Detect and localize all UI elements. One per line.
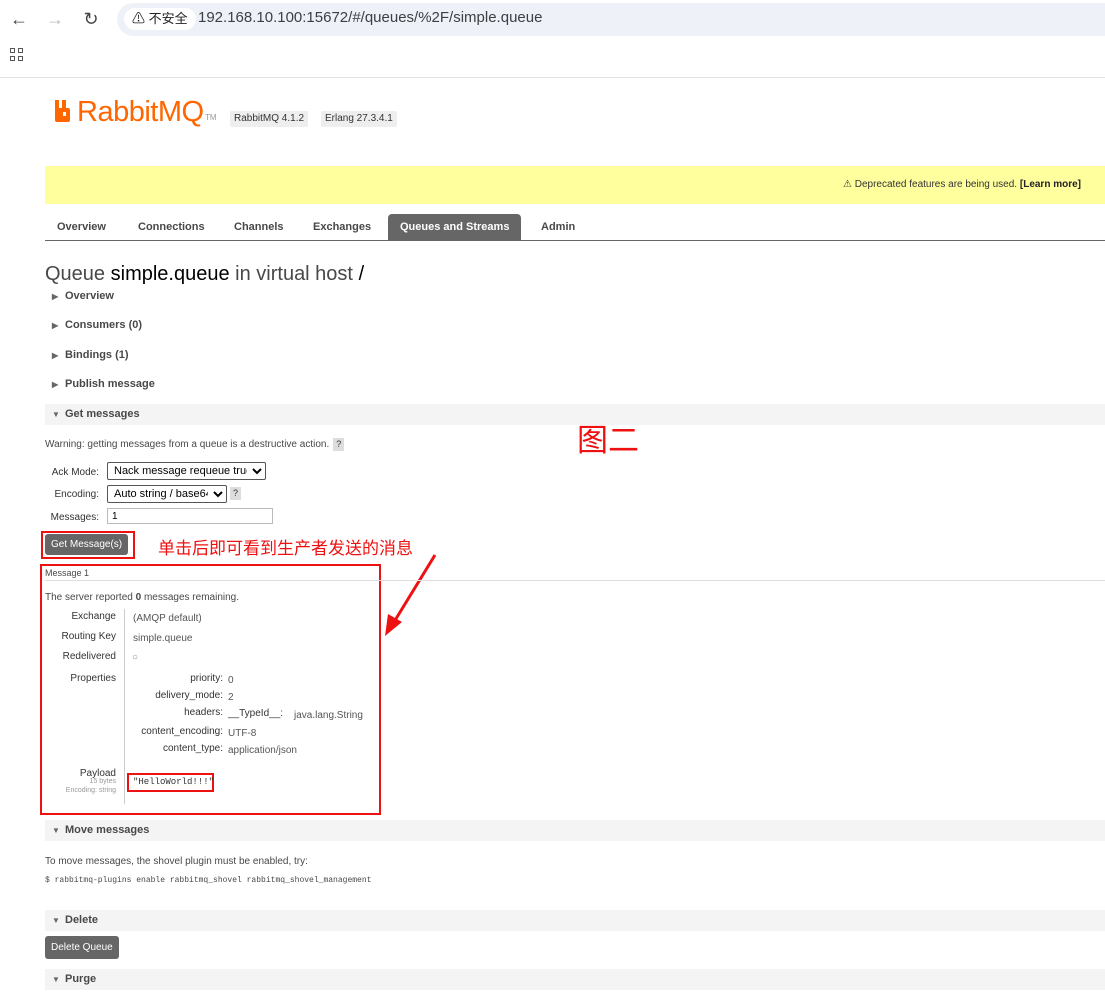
section-purge[interactable]: ▼ Purge: [45, 969, 1105, 990]
logo-text: RabbitMQ: [77, 96, 204, 128]
erlang-badge: Erlang 27.3.4.1: [321, 111, 397, 127]
version-badge: RabbitMQ 4.1.2: [230, 111, 309, 127]
ack-mode-label: Ack Mode:: [51, 467, 99, 478]
browser-chrome: ← → ↻ ⚠ 不安全 192.168.10.100:15672/#/queue…: [0, 0, 1105, 78]
delete-queue-button[interactable]: Delete Queue: [45, 936, 119, 959]
warning-text: Warning: getting messages from a queue i…: [45, 439, 330, 451]
property-key: delivery_mode:: [155, 690, 223, 701]
property-value: 2: [228, 692, 234, 703]
report-suffix: messages remaining.: [143, 592, 239, 603]
tab-overview[interactable]: Overview: [45, 214, 118, 240]
property-key: content_encoding:: [141, 726, 223, 737]
section-overview[interactable]: ▶ Overview: [45, 286, 1105, 307]
expand-icon: ▶: [52, 292, 59, 301]
section-get-messages[interactable]: ▼ Get messages: [45, 404, 1105, 425]
section-publish-message[interactable]: ▶ Publish message: [45, 374, 1105, 395]
title-middle: in virtual host: [235, 263, 353, 285]
expand-icon: ▶: [52, 351, 59, 360]
payload-value: "HelloWorld!!!": [133, 777, 215, 787]
redelivered-label: Redelivered: [62, 651, 116, 662]
section-label: Move messages: [65, 824, 150, 836]
learn-more-link[interactable]: [Learn more]: [1020, 179, 1081, 190]
property-value: UTF-8: [228, 728, 257, 739]
apps-grid-icon[interactable]: [10, 48, 24, 62]
forward-icon[interactable]: →: [43, 7, 67, 31]
section-label: Publish message: [65, 378, 155, 390]
collapse-icon: ▼: [52, 916, 60, 925]
property-key: priority:: [190, 673, 223, 684]
collapse-icon: ▼: [52, 410, 60, 419]
tab-connections[interactable]: Connections: [126, 214, 217, 240]
annotation-note: 单击后即可看到生产者发送的消息: [158, 539, 413, 559]
remaining-report: The server reported 0 messages remaining…: [45, 592, 239, 603]
help-icon[interactable]: ?: [333, 438, 345, 451]
expand-icon: ▶: [52, 380, 59, 389]
encoding-label: Encoding:: [54, 489, 99, 500]
section-label: Purge: [65, 973, 97, 985]
back-icon[interactable]: ←: [7, 7, 31, 31]
main-tabs: Overview Connections Channels Exchanges …: [45, 212, 1105, 241]
property-value: application/json: [228, 745, 297, 756]
redelivered-value: ○: [132, 652, 139, 663]
annotation-arrow: [385, 554, 437, 636]
tab-channels[interactable]: Channels: [222, 214, 296, 240]
expand-icon: ▶: [52, 321, 59, 330]
messages-count-input[interactable]: [107, 508, 273, 524]
divider: [45, 580, 1105, 581]
property-key: content_type:: [162, 743, 223, 754]
tab-exchanges[interactable]: Exchanges: [301, 214, 383, 240]
page-title: Queue simple.queue in virtual host /: [45, 263, 364, 286]
encoding-select[interactable]: Auto string / base64: [107, 485, 227, 503]
report-prefix: The server reported: [45, 592, 133, 603]
payload-size: 15 bytes: [89, 778, 116, 785]
url-text[interactable]: 192.168.10.100:15672/#/queues/%2F/simple…: [198, 9, 542, 26]
header-key: __TypeId__:: [228, 708, 284, 719]
routing-key-value: simple.queue: [133, 633, 193, 644]
tab-admin[interactable]: Admin: [529, 214, 587, 240]
properties-label: Properties: [70, 673, 116, 684]
details-separator: [124, 609, 125, 804]
property-value: 0: [228, 675, 234, 686]
message-heading: Message 1: [45, 568, 90, 578]
vhost-name: /: [358, 263, 365, 285]
warning-icon: ⚠: [132, 11, 146, 26]
section-label: Consumers (0): [65, 319, 143, 331]
report-count: 0: [135, 592, 142, 603]
property-key: headers:: [184, 707, 223, 718]
payload-encoding: Encoding: string: [65, 787, 116, 794]
collapse-icon: ▼: [52, 826, 60, 835]
ack-mode-select[interactable]: Nack message requeue true: [107, 462, 266, 480]
rabbit-logo-icon: [55, 100, 70, 122]
section-label: Get messages: [65, 408, 140, 420]
section-delete[interactable]: ▼ Delete: [45, 910, 1105, 931]
title-prefix: Queue: [45, 263, 106, 285]
annotation-box-button: [41, 531, 135, 559]
shovel-command: $ rabbitmq-plugins enable rabbitmq_shove…: [45, 876, 372, 885]
figure-label: 图二: [577, 423, 639, 459]
destructive-warning: Warning: getting messages from a queue i…: [45, 438, 345, 451]
queue-name: simple.queue: [110, 263, 230, 285]
collapse-icon: ▼: [52, 975, 60, 984]
logo-tm: TM: [205, 113, 217, 122]
section-consumers[interactable]: ▶ Consumers (0): [45, 315, 1105, 336]
section-label: Overview: [65, 290, 114, 302]
section-move-messages[interactable]: ▼ Move messages: [45, 820, 1105, 841]
banner-text: Deprecated features are being used.: [854, 179, 1018, 190]
help-icon[interactable]: ?: [230, 487, 241, 500]
security-label: 不安全: [148, 11, 188, 26]
exchange-label: Exchange: [71, 611, 116, 622]
section-label: Bindings (1): [65, 349, 129, 361]
reload-icon[interactable]: ↻: [79, 7, 103, 31]
shovel-hint: To move messages, the shovel plugin must…: [45, 856, 308, 867]
deprecation-banner: ⚠ Deprecated features are being used. [L…: [45, 166, 1105, 204]
section-label: Delete: [65, 914, 99, 926]
header-value: java.lang.String: [294, 710, 363, 721]
routing-key-label: Routing Key: [61, 631, 116, 642]
warning-icon: ⚠: [843, 179, 852, 190]
security-chip[interactable]: ⚠ 不安全: [124, 8, 196, 30]
section-bindings[interactable]: ▶ Bindings (1): [45, 345, 1105, 366]
exchange-value: (AMQP default): [133, 613, 202, 624]
messages-count-label: Messages:: [50, 512, 99, 523]
tab-queues-and-streams[interactable]: Queues and Streams: [388, 214, 522, 240]
